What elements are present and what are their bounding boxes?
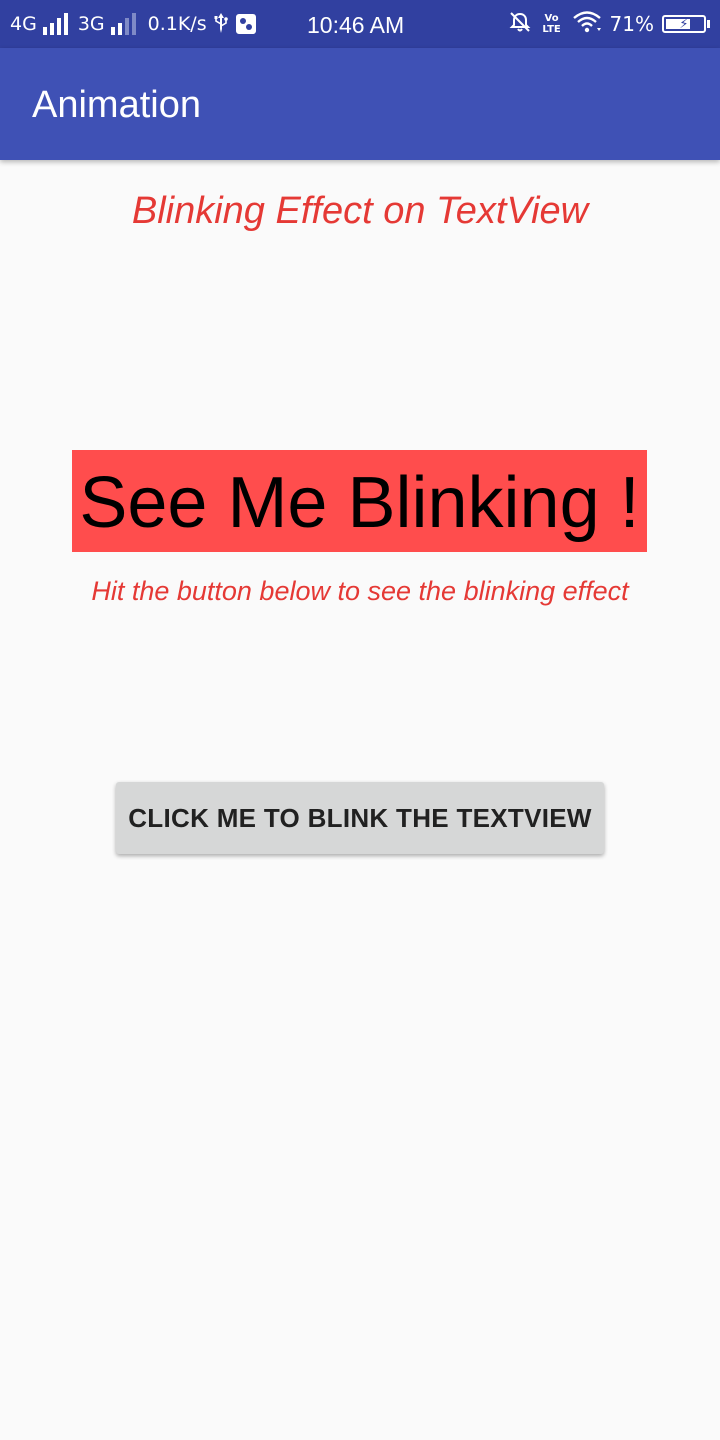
network-type-1: 4G xyxy=(10,13,37,35)
volte-label: Vo LTE xyxy=(542,13,561,35)
battery-percent: 71% xyxy=(609,12,654,36)
volte-icon: Vo LTE xyxy=(540,13,564,35)
network-speed: 0.1K/s xyxy=(147,13,207,35)
app-bar: Animation xyxy=(0,48,720,160)
usb-icon xyxy=(213,12,229,36)
charging-bolt-icon: ⚡ xyxy=(679,16,689,32)
status-bar: 4G 3G 0.1K/s 10:46 AM Vo LTE 71% ⚡ xyxy=(0,0,720,48)
blinking-textview: See Me Blinking ! xyxy=(72,450,647,552)
app-title: Animation xyxy=(32,84,201,126)
wifi-icon xyxy=(572,10,602,39)
hint-text: Hit the button below to see the blinking… xyxy=(91,576,629,606)
signal-icon xyxy=(42,13,68,35)
alarm-off-icon xyxy=(508,10,532,39)
blink-button[interactable]: CLICK ME TO BLINK THE TEXTVIEW xyxy=(116,782,604,854)
status-time: 10:46 AM xyxy=(307,12,405,38)
network-type-2: 3G xyxy=(77,13,105,35)
page-heading: Blinking Effect on TextView xyxy=(131,190,589,232)
status-bar-left: 4G 3G 0.1K/s xyxy=(10,0,257,48)
battery-icon: ⚡ xyxy=(662,15,710,33)
status-bar-right: Vo LTE 71% ⚡ xyxy=(508,0,710,48)
signal-icon-2 xyxy=(110,13,136,35)
app-notification-icon xyxy=(235,12,257,36)
